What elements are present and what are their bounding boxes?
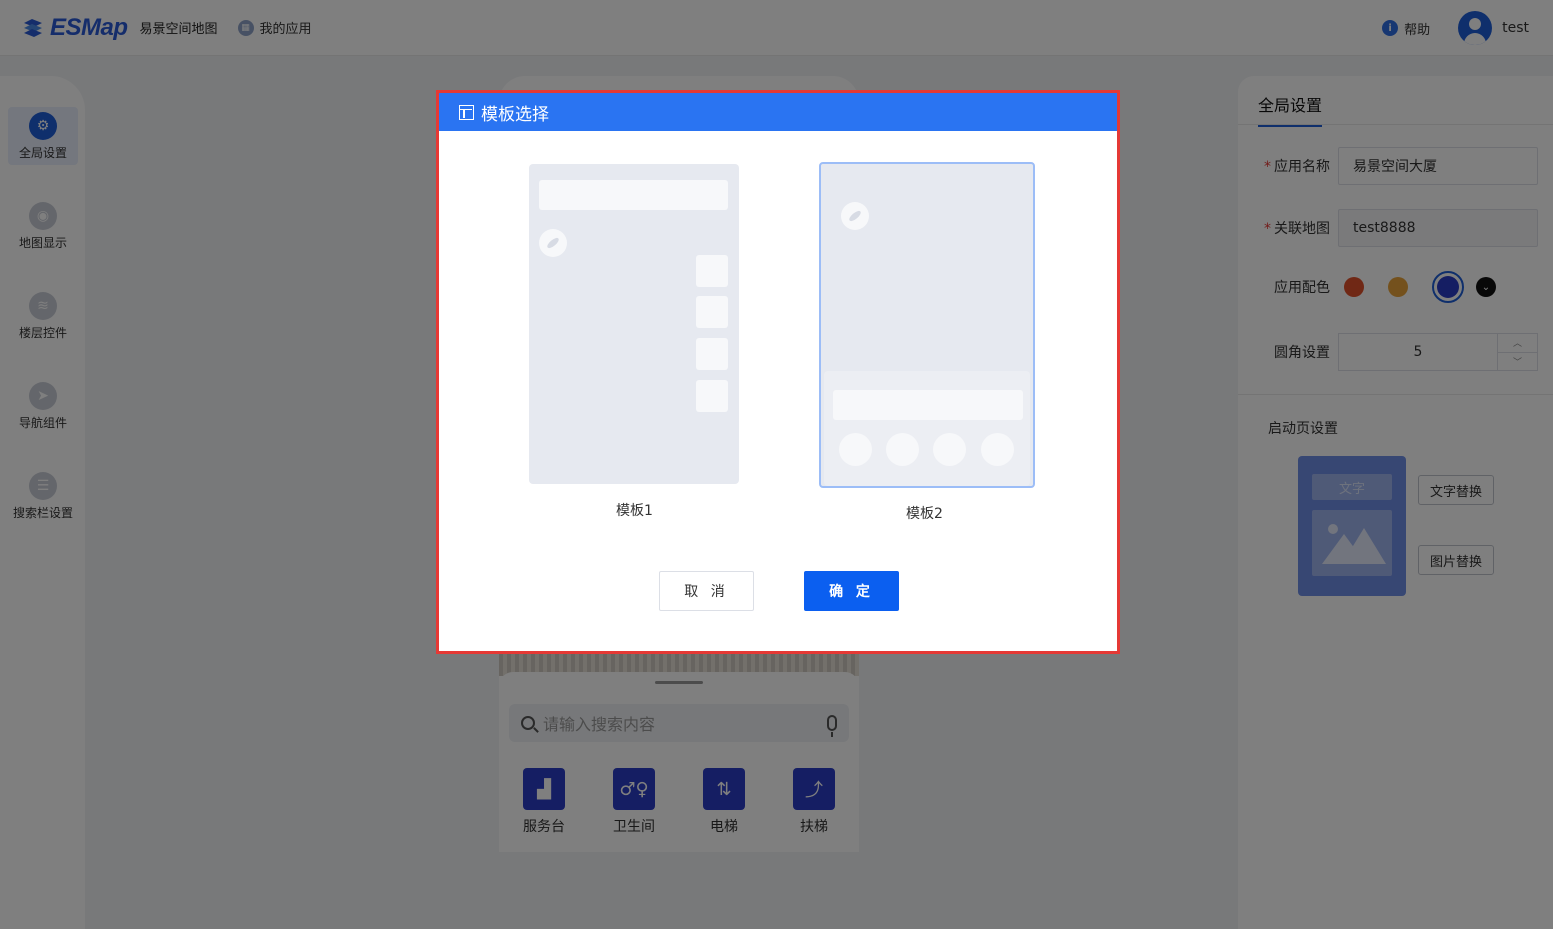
template-1-card[interactable]: [529, 164, 739, 484]
dialog-title: 模板选择: [481, 104, 549, 125]
facility-placeholder: [886, 433, 919, 466]
facility-placeholder: [981, 433, 1014, 466]
control-placeholder: [696, 380, 728, 412]
control-placeholder: [696, 338, 728, 370]
cancel-button[interactable]: 取 消: [659, 571, 754, 611]
template-2-label[interactable]: 模板2: [906, 503, 943, 523]
compass-icon: [841, 202, 869, 230]
search-bar-placeholder: [833, 390, 1023, 420]
facility-placeholder: [933, 433, 966, 466]
control-placeholder: [696, 296, 728, 328]
layout-icon: [459, 104, 474, 120]
control-placeholder: [696, 255, 728, 287]
dialog-header: 模板选择: [439, 93, 1117, 131]
facility-placeholder: [839, 433, 872, 466]
search-bar-placeholder: [539, 180, 728, 210]
confirm-button[interactable]: 确 定: [804, 571, 899, 611]
compass-icon: [539, 229, 567, 257]
bottom-panel-placeholder: [824, 371, 1030, 486]
template-1-label[interactable]: 模板1: [616, 500, 653, 520]
template-2-card[interactable]: [819, 162, 1035, 488]
template-dialog: 模板选择 模板1 模板2 取 消 确 定: [436, 90, 1120, 654]
